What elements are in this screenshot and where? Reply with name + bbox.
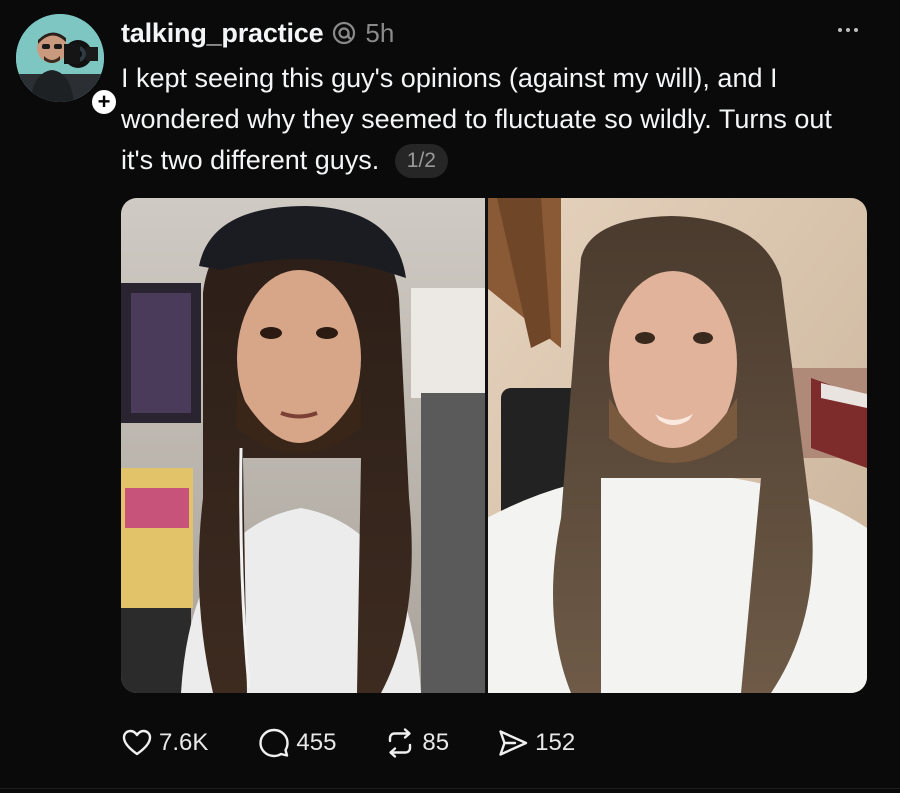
like-count: 7.6K: [159, 729, 209, 756]
repost-arrows-icon: [384, 727, 416, 759]
speech-bubble-icon: [258, 727, 290, 759]
media-page-indicator: 1/2: [394, 144, 448, 178]
username[interactable]: talking_practice: [121, 18, 324, 49]
reply-button[interactable]: 455: [258, 727, 336, 759]
post-media-image[interactable]: [121, 198, 867, 693]
send-icon: [497, 727, 529, 759]
threads-logo-icon: [331, 20, 357, 46]
divider: [0, 788, 900, 789]
right-photo: [487, 198, 867, 693]
more-dots-icon: [838, 28, 842, 32]
timestamp: 5h: [365, 17, 395, 48]
repost-button[interactable]: 85: [384, 727, 449, 759]
reply-count: 455: [296, 729, 337, 756]
like-button[interactable]: 7.6K: [121, 727, 208, 759]
follow-plus-icon[interactable]: +: [89, 87, 119, 117]
left-photo: [121, 198, 487, 693]
post-actions: 7.6K 455 85 152: [121, 722, 575, 764]
share-button[interactable]: 152: [497, 727, 575, 759]
share-count: 152: [535, 729, 576, 756]
avatar-container: +: [16, 14, 119, 117]
heart-icon: [121, 727, 153, 759]
avatar[interactable]: [16, 14, 104, 102]
more-options-button[interactable]: [830, 18, 866, 42]
post-text: I kept seeing this guy's opinions (again…: [121, 63, 832, 175]
repost-count: 85: [422, 729, 450, 756]
thread-post: + talking_practice 5h I kept seeing this…: [0, 0, 900, 793]
post-header: talking_practice 5h: [121, 16, 394, 50]
post-body: I kept seeing this guy's opinions (again…: [121, 58, 871, 181]
